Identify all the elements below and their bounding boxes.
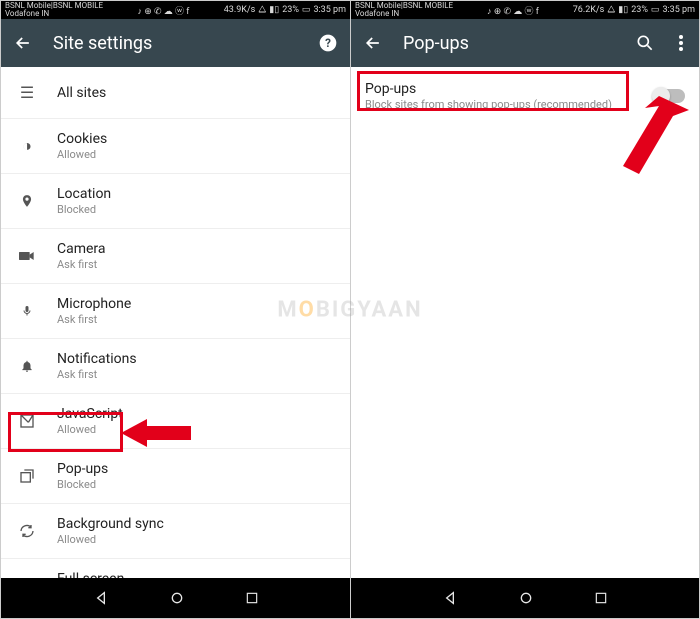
android-nav-bar [1, 578, 350, 618]
data-speed: 76.2K/s [573, 5, 605, 15]
sync-icon [15, 523, 39, 539]
settings-list: ☰ All sites ◑ CookiesAllowed LocationBlo… [1, 67, 350, 578]
row-javascript[interactable]: JavaScriptAllowed [1, 394, 350, 449]
clock: 3:35 pm [313, 5, 346, 15]
app-bar: Pop-ups [351, 19, 699, 67]
signal-icon: ▮▯ [269, 5, 279, 15]
battery-percent: 23% [282, 5, 299, 15]
cookie-icon: ◑ [15, 136, 39, 156]
row-background-sync[interactable]: Background syncAllowed [1, 504, 350, 559]
row-sub: Ask first [57, 313, 131, 326]
nav-home-icon[interactable] [518, 590, 534, 606]
row-sub: Ask first [57, 368, 137, 381]
battery-icon: ▭ [302, 5, 311, 15]
battery-percent: 23% [631, 5, 648, 15]
search-icon[interactable] [635, 33, 655, 53]
location-icon [15, 192, 39, 210]
camera-icon [15, 250, 39, 262]
list-icon: ☰ [15, 83, 39, 102]
row-label: Camera [57, 241, 106, 257]
battery-icon: ▭ [651, 5, 660, 15]
nav-back-icon[interactable] [442, 590, 458, 606]
row-notifications[interactable]: NotificationsAsk first [1, 339, 350, 394]
back-icon[interactable] [363, 33, 383, 53]
svg-text:?: ? [325, 36, 331, 50]
row-label: Cookies [57, 131, 107, 147]
row-sub: Allowed [57, 533, 164, 546]
row-location[interactable]: LocationBlocked [1, 174, 350, 229]
row-label: Background sync [57, 516, 164, 532]
page-title: Pop-ups [403, 33, 615, 54]
row-label: Full screen [57, 571, 124, 578]
row-sub: Allowed [57, 423, 123, 436]
row-cookies[interactable]: ◑ CookiesAllowed [1, 119, 350, 174]
page-title: Site settings [53, 33, 298, 54]
app-bar: Site settings ? [1, 19, 350, 67]
row-fullscreen[interactable]: Full screenAllowed [1, 559, 350, 578]
popup-icon [15, 468, 39, 484]
status-notif-icons: ♪ ⊕ ✆ ☁ ⓦ f [487, 4, 539, 17]
setting-label: Pop-ups [365, 81, 612, 97]
row-sub: Ask first [57, 258, 106, 271]
clock: 3:35 pm [662, 5, 695, 15]
row-label: Notifications [57, 351, 137, 367]
bell-icon [15, 358, 39, 374]
status-bar: BSNL Mobile|BSNL MOBILE Vodafone IN ♪ ⊕ … [351, 1, 699, 19]
data-speed: 43.9K/s [224, 5, 256, 15]
row-label: Microphone [57, 296, 131, 312]
row-all-sites[interactable]: ☰ All sites [1, 67, 350, 119]
row-label: Location [57, 186, 111, 202]
row-microphone[interactable]: MicrophoneAsk first [1, 284, 350, 339]
row-label: JavaScript [57, 406, 123, 422]
help-icon[interactable]: ? [318, 33, 338, 53]
phone-right: BSNL Mobile|BSNL MOBILE Vodafone IN ♪ ⊕ … [350, 1, 699, 618]
android-nav-bar [351, 578, 699, 618]
nav-back-icon[interactable] [93, 590, 109, 606]
carrier-text-2: Vodafone IN [355, 10, 453, 18]
row-camera[interactable]: CameraAsk first [1, 229, 350, 284]
popup-toggle-switch[interactable] [653, 89, 685, 103]
nav-recent-icon[interactable] [245, 591, 259, 605]
row-label: Pop-ups [57, 461, 108, 477]
status-notif-icons: ♪ ⊕ ✆ ☁ ⓦ f [137, 4, 189, 17]
row-label: All sites [57, 85, 106, 101]
row-popups[interactable]: Pop-upsBlocked [1, 449, 350, 504]
nav-recent-icon[interactable] [594, 591, 608, 605]
row-sub: Blocked [57, 478, 108, 491]
back-icon[interactable] [13, 33, 33, 53]
phone-left: BSNL Mobile|BSNL MOBILE Vodafone IN ♪ ⊕ … [1, 1, 350, 618]
status-bar: BSNL Mobile|BSNL MOBILE Vodafone IN ♪ ⊕ … [1, 1, 350, 19]
overflow-menu-icon[interactable] [675, 33, 687, 53]
wifi-icon: ⧋ [607, 5, 615, 15]
wifi-icon: ⧋ [258, 5, 266, 15]
nav-home-icon[interactable] [169, 590, 185, 606]
setting-sub: Block sites from showing pop-ups (recomm… [365, 98, 612, 111]
microphone-icon [15, 302, 39, 320]
row-sub: Blocked [57, 203, 111, 216]
signal-icon: ▮▯ [618, 5, 628, 15]
javascript-icon [15, 413, 39, 429]
carrier-text-2: Vodafone IN [5, 10, 103, 18]
popup-toggle-row[interactable]: Pop-ups Block sites from showing pop-ups… [351, 67, 699, 125]
row-sub: Allowed [57, 148, 107, 161]
